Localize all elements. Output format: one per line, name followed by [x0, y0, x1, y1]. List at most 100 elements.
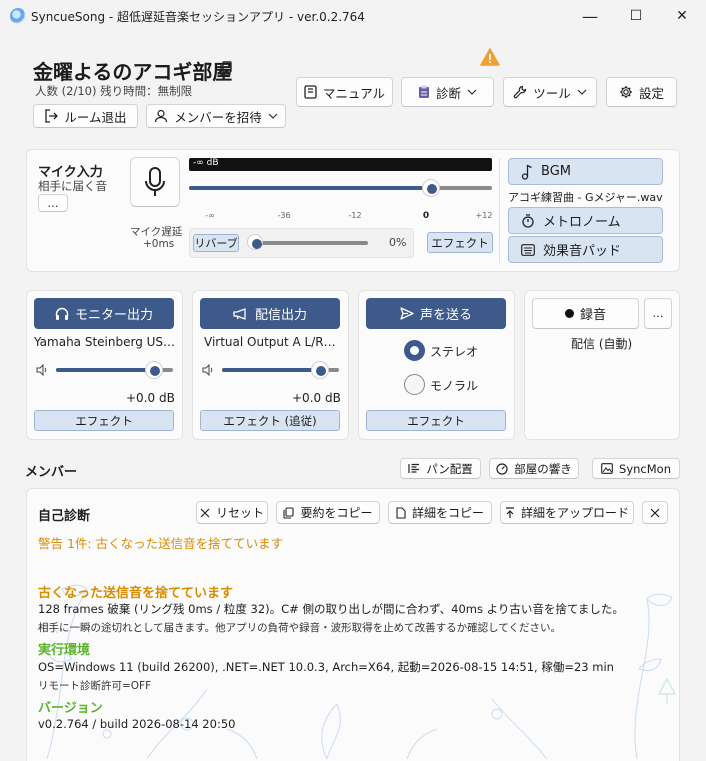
app-icon	[10, 8, 26, 24]
chevron-down-icon	[467, 89, 477, 95]
bgm-button[interactable]: BGM	[508, 158, 663, 185]
leave-room-button[interactable]: ルーム退出	[33, 104, 138, 128]
diagnose-button[interactable]: 診断	[401, 77, 494, 107]
broadcast-output-button[interactable]: 配信出力	[200, 298, 340, 329]
invite-member-button[interactable]: メンバーを招待	[146, 104, 286, 128]
copy-icon	[283, 506, 295, 519]
mic-toggle-button[interactable]	[130, 157, 180, 207]
env-title: 実行環境	[38, 643, 91, 658]
version-detail: v0.2.764 / build 2026-08-14 20:50	[38, 717, 236, 731]
record-more-button[interactable]: …	[644, 298, 672, 329]
bgm-label: BGM	[541, 164, 571, 179]
mic-gain-slider[interactable]	[189, 186, 492, 190]
issue-detail: 128 frames 破棄 (リング残 0ms / 粒度 32)。C# 側の取り…	[38, 602, 624, 616]
reset-button[interactable]: リセット	[196, 501, 268, 524]
reverb-thumb[interactable]	[247, 234, 263, 250]
record-status: 配信 (自動)	[571, 337, 633, 351]
broadcast-db: +0.0 dB	[292, 391, 341, 405]
broadcast-volume-fill	[222, 368, 321, 372]
monitor-db: +0.0 dB	[126, 391, 175, 405]
manual-label: マニュアル	[322, 85, 386, 101]
megaphone-icon	[233, 307, 246, 320]
diagnostics-close-button[interactable]	[642, 501, 668, 524]
send-voice-label: 声を送る	[419, 308, 472, 323]
keyboard-icon	[521, 243, 535, 256]
record-button[interactable]: 録音	[532, 298, 639, 329]
upload-detail-label: 詳細をアップロード	[520, 506, 629, 520]
monitor-effect-button[interactable]: エフェクト	[34, 410, 174, 431]
monitor-device: Yamaha Steinberg US…	[34, 335, 176, 349]
upload-detail-button[interactable]: 詳細をアップロード	[500, 501, 634, 524]
list-icon	[408, 463, 420, 473]
leave-room-label: ルーム退出	[64, 109, 127, 125]
monitor-output-label: モニター出力	[74, 308, 153, 323]
sfx-pad-button[interactable]: 効果音パッド	[508, 236, 663, 263]
upload-icon	[505, 506, 514, 518]
settings-button[interactable]: 設定	[606, 77, 677, 107]
mic-latency-label: マイク遅延	[130, 226, 183, 238]
stopwatch-icon	[522, 213, 534, 228]
close-button[interactable]: ✕	[659, 0, 705, 32]
mic-effect-button[interactable]: エフェクト	[427, 232, 493, 253]
document-icon	[396, 506, 406, 519]
env-detail: OS=Windows 11 (build 26200), .NET=.NET 1…	[38, 660, 614, 674]
manual-button[interactable]: マニュアル	[296, 77, 393, 107]
gear-icon	[619, 86, 632, 98]
copy-icon[interactable]	[219, 61, 233, 77]
sfx-pad-label: 効果音パッド	[543, 244, 622, 259]
reverb-button[interactable]: リバーブ	[193, 234, 239, 252]
warning-badge-icon[interactable]	[480, 48, 500, 66]
window-title: SyncueSong - 超低遅延音楽セッションアプリ - ver.0.2.76…	[31, 10, 365, 24]
pan-layout-button[interactable]: パン配置	[400, 458, 481, 479]
diagnostics-title: 自己診断	[38, 509, 91, 524]
room-sound-label: 部屋の響き	[514, 461, 572, 476]
copy-summary-button[interactable]: 要約をコピー	[276, 501, 380, 524]
divider	[499, 158, 500, 263]
monitor-output-button[interactable]: モニター出力	[34, 298, 174, 329]
tools-button[interactable]: ツール	[503, 77, 597, 107]
room-info: 人数 (2/10) 残り時間：無制限	[35, 84, 193, 98]
music-note-icon	[521, 163, 532, 180]
minimize-button[interactable]: —	[567, 0, 613, 32]
tick-label: -12	[348, 211, 362, 220]
bgm-track-name: アコギ練習曲 - Gメジャー.wav	[508, 191, 663, 204]
mono-radio[interactable]	[404, 374, 425, 395]
issue-title: 古くなった送信音を捨てています	[38, 586, 234, 601]
send-effect-button[interactable]: エフェクト	[366, 410, 506, 431]
syncmon-button[interactable]: SyncMon	[592, 458, 680, 479]
mic-latency-value: +0ms	[143, 238, 175, 250]
room-title: 金曜よるのアコギ部屋	[33, 60, 233, 84]
title-bar[interactable]: SyncueSong - 超低遅延音楽セッションアプリ - ver.0.2.76…	[0, 0, 706, 32]
room-sound-button[interactable]: 部屋の響き	[489, 458, 579, 479]
copy-summary-label: 要約をコピー	[300, 506, 373, 520]
tick-label: -36	[277, 211, 291, 220]
meter-readout: -∞ dB	[193, 158, 219, 168]
send-voice-button[interactable]: 声を送る	[366, 298, 506, 329]
copy-detail-button[interactable]: 詳細をコピー	[388, 501, 492, 524]
broadcast-device: Virtual Output A L/R…	[204, 335, 336, 349]
reverb-slider[interactable]	[255, 241, 368, 245]
copy-detail-label: 詳細をコピー	[411, 506, 484, 520]
input-level-meter: -∞ dB	[189, 158, 492, 171]
issue-hint: 相手に一瞬の途切れとして届きます。他アプリの負荷や録音・波形取得を止めて改善する…	[38, 622, 562, 634]
warning-summary: 警告 1件: 古くなった送信音を捨てています	[38, 536, 284, 551]
mic-subtitle: 相手に届く音	[38, 179, 107, 193]
speaker-icon	[202, 364, 213, 376]
reset-label: リセット	[215, 506, 264, 520]
mono-label: モノラル	[430, 379, 479, 393]
record-dot-icon	[564, 309, 574, 318]
mic-more-button[interactable]: …	[38, 194, 68, 212]
broadcast-effect-button[interactable]: エフェクト (追従)	[200, 410, 340, 431]
maximize-button[interactable]: ☐	[613, 0, 659, 32]
headphones-icon	[55, 307, 69, 320]
gauge-icon	[496, 462, 508, 475]
broadcast-output-label: 配信出力	[254, 308, 307, 323]
metronome-button[interactable]: メトロノーム	[508, 207, 663, 234]
stereo-label: ステレオ	[430, 345, 479, 359]
chevron-down-icon	[577, 89, 587, 95]
chevron-down-icon	[268, 113, 278, 119]
book-icon	[304, 85, 317, 99]
pan-layout-label: パン配置	[426, 461, 473, 476]
stereo-radio[interactable]	[404, 340, 425, 361]
image-chart-icon	[601, 463, 613, 474]
